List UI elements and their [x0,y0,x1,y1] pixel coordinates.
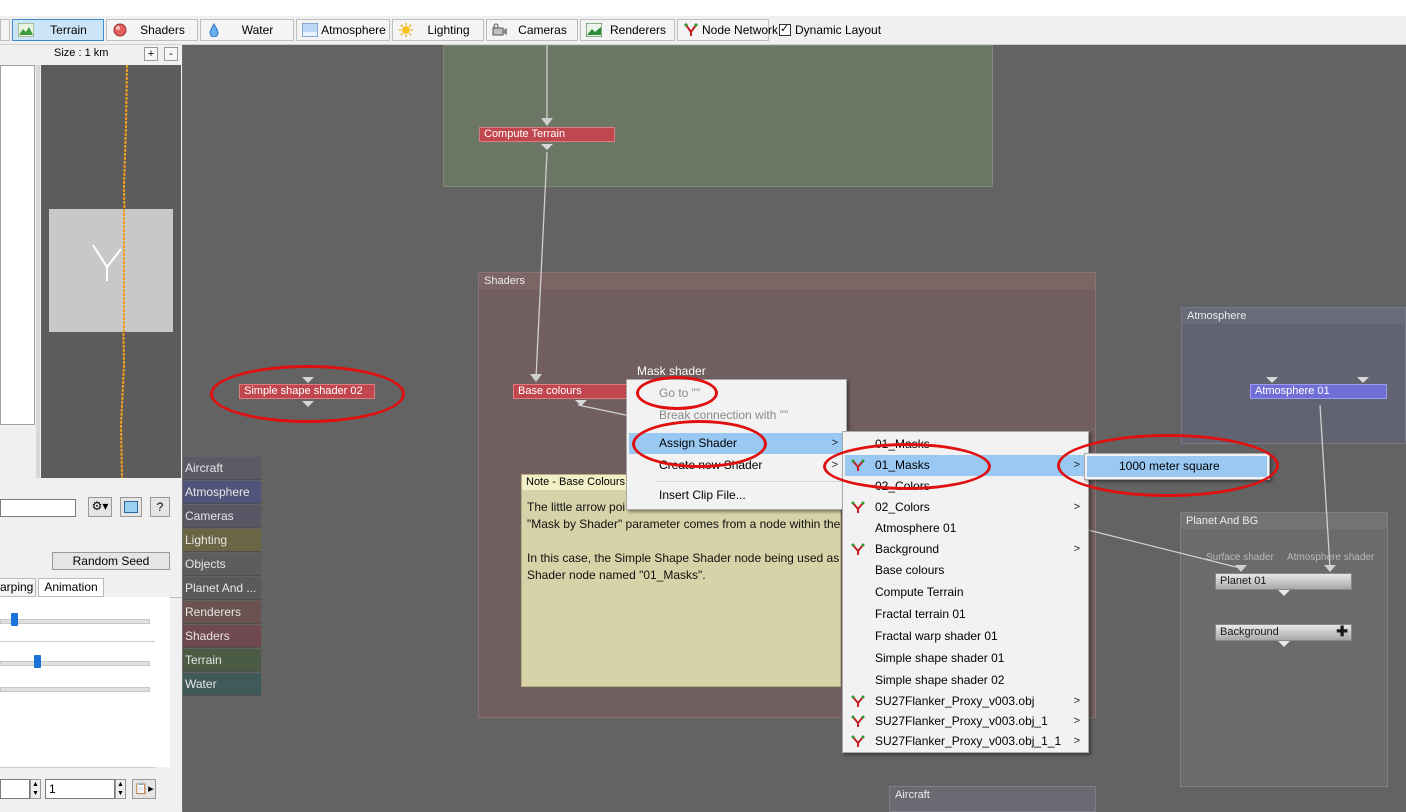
node-output-arrow[interactable] [302,401,314,407]
node-input-arrow[interactable] [302,377,314,383]
submenu-item-label: 02_Colors [875,500,930,514]
submenu-item-label: Atmosphere 01 [875,521,957,535]
plus-icon[interactable]: ✚ [1336,624,1348,639]
submenu-item-label: Simple shape shader 01 [875,651,1005,665]
menu-item-assign-shader[interactable]: Assign Shader > [629,433,844,454]
menu-item-break-connection[interactable]: Break connection with "" [629,405,844,426]
submenu-item-label: Fractal terrain 01 [875,607,966,621]
submenu-item-label: Base colours [875,563,945,577]
node-network-icon [851,735,865,747]
node-context-menu: Go to "" Break connection with "" Assign… [626,379,847,510]
submenu-item[interactable]: Background > [845,539,1086,560]
node-output-arrow[interactable] [541,144,553,150]
submenu-item-label: SU27Flanker_Proxy_v003.obj_1 [875,714,1048,728]
submenu-item-label: Fractal warp shader 01 [875,629,998,643]
chevron-right-icon: > [831,437,838,449]
node-base-colours[interactable]: Base colours [513,384,639,399]
submenu-item-label: 01_Masks [875,458,930,472]
node-input-arrow[interactable] [1357,377,1369,383]
node-output-arrow[interactable] [1278,590,1290,596]
menu-item-go-to[interactable]: Go to "" [629,383,844,404]
submenu-item[interactable]: Atmosphere 01 [845,518,1086,539]
submenu-item[interactable]: Base colours [845,560,1086,581]
menu-item-label: Break connection with "" [659,408,789,422]
menu-separator [657,481,842,482]
menu-item-insert-clip-file[interactable]: Insert Clip File... [629,485,844,506]
submenu-item[interactable]: SU27Flanker_Proxy_v003.obj_1_1 > [845,731,1086,752]
submenu-item[interactable]: 02_Colors > [845,497,1086,518]
submenu-item-label: Background [875,542,940,556]
submenu-item-label: 02_Colors [875,479,930,493]
assign-shader-submenu: 01_Masks 01_Masks > 02_Colors 02_Colors > … [842,431,1089,753]
menu-item-create-new-shader[interactable]: Create new Shader > [629,455,844,476]
node-input-arrow[interactable] [1266,377,1278,383]
mask-shader-tooltip: Mask shader [637,364,706,378]
node-output-arrow[interactable] [1278,641,1290,647]
node-network-icon [851,715,865,727]
menu-item-label: Assign Shader [659,436,738,450]
submenu-item-label: Simple shape shader 02 [875,673,1005,687]
note-body: The little arrow poi "Mask by Shader" pa… [527,499,847,584]
node-planet-01[interactable]: Planet 01 [1215,573,1352,590]
submenu-item-label: 01_Masks [875,437,930,451]
chevron-right-icon: > [1073,735,1080,747]
chevron-right-icon: > [1073,695,1080,707]
note-line: "Mask by Shader" parameter comes from a … [527,517,841,531]
submenu-item[interactable]: SU27Flanker_Proxy_v003.obj > [845,691,1086,712]
menu-item-label: Insert Clip File... [659,488,746,502]
node-network-icon [851,501,865,513]
chevron-right-icon: > [1073,715,1080,727]
note-line [527,533,847,550]
submenu-item-label: SU27Flanker_Proxy_v003.obj_1_1 [875,734,1062,748]
node-background[interactable]: Background ✚ [1215,624,1352,641]
node-output-arrow[interactable] [575,400,587,406]
chevron-right-icon: > [831,459,838,471]
node-network-icon [851,695,865,707]
submenu-item-label: 1000 meter square [1119,459,1220,473]
menu-item-label: Create new Shader [659,458,763,472]
submenu-item[interactable]: Compute Terrain [845,582,1086,603]
chevron-right-icon: > [1073,459,1080,471]
submenu-item-01-masks[interactable]: 01_Masks > [845,455,1086,476]
node-compute-terrain[interactable]: Compute Terrain [479,127,615,142]
node-atmosphere-01[interactable]: Atmosphere 01 [1250,384,1387,399]
chevron-right-icon: > [1073,501,1080,513]
submenu-item-1000-meter-square[interactable]: 1000 meter square [1087,456,1267,477]
chevron-right-icon: > [1073,543,1080,555]
note-line: In this case, the Simple Shape Shader no… [527,551,840,565]
node-network-icon [851,459,865,471]
masks-submenu: 1000 meter square [1084,453,1270,480]
note-line: Shader node named "01_Masks". [527,568,706,582]
submenu-item[interactable]: Simple shape shader 01 [845,648,1086,669]
menu-item-label: Go to "" [659,386,701,400]
submenu-item[interactable]: Simple shape shader 02 [845,670,1086,691]
submenu-item-label: Compute Terrain [875,585,964,599]
submenu-item[interactable]: 02_Colors [845,476,1086,497]
node-network-icon [851,543,865,555]
node-background-label: Background [1220,626,1279,638]
submenu-item[interactable]: Fractal terrain 01 [845,604,1086,625]
submenu-item[interactable]: Fractal warp shader 01 [845,626,1086,647]
submenu-item-label: SU27Flanker_Proxy_v003.obj [875,694,1035,708]
submenu-item[interactable]: SU27Flanker_Proxy_v003.obj_1 > [845,711,1086,732]
submenu-item[interactable]: 01_Masks [845,434,1086,455]
node-simple-shape-shader-02[interactable]: Simple shape shader 02 [239,384,375,399]
